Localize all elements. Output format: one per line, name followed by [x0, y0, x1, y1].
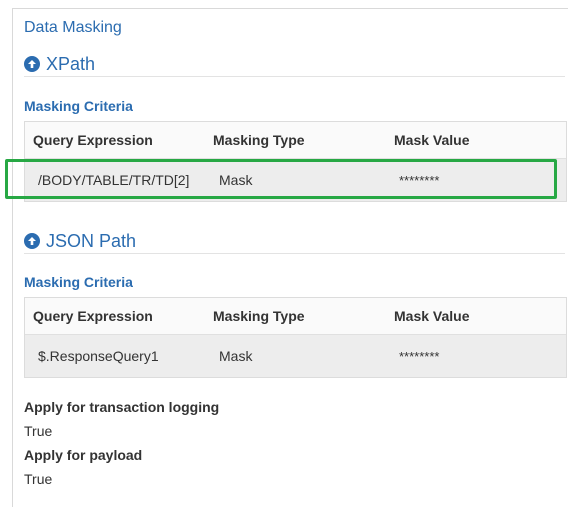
query-expression-cell: $.ResponseQuery1 [38, 348, 159, 364]
transaction-logging-value: True [24, 423, 53, 439]
circle-arrow-up-icon[interactable] [24, 56, 40, 72]
json-path-section-title: JSON Path [46, 230, 137, 251]
table-header: Query Expression Masking Type Mask Value [25, 298, 566, 335]
json-path-section-header[interactable]: JSON Path [24, 229, 565, 254]
column-header-query-expression: Query Expression [33, 308, 153, 324]
payload-value: True [24, 471, 53, 487]
data-masking-panel: Data Masking XPath Masking Criteria Quer… [12, 8, 568, 507]
payload-label: Apply for payload [24, 447, 143, 463]
json-path-criteria-label: Masking Criteria [24, 274, 133, 290]
column-header-mask-value: Mask Value [394, 308, 470, 324]
table-header: Query Expression Masking Type Mask Value [25, 122, 566, 159]
xpath-section-header[interactable]: XPath [24, 52, 565, 77]
column-header-query-expression: Query Expression [33, 132, 153, 148]
column-header-masking-type: Masking Type [213, 308, 305, 324]
circle-arrow-up-icon[interactable] [24, 233, 40, 249]
panel-title: Data Masking [24, 19, 122, 36]
mask-value-cell: ******** [399, 348, 440, 364]
table-row[interactable]: $.ResponseQuery1 Mask ******** [25, 335, 566, 377]
transaction-logging-label: Apply for transaction logging [24, 399, 220, 415]
xpath-section-title: XPath [46, 53, 96, 74]
row-highlight-box [5, 159, 557, 199]
masking-type-cell: Mask [219, 348, 253, 364]
xpath-criteria-label: Masking Criteria [24, 98, 133, 114]
column-header-mask-value: Mask Value [394, 132, 470, 148]
column-header-masking-type: Masking Type [213, 132, 305, 148]
json-path-criteria-table: Query Expression Masking Type Mask Value… [24, 297, 567, 378]
